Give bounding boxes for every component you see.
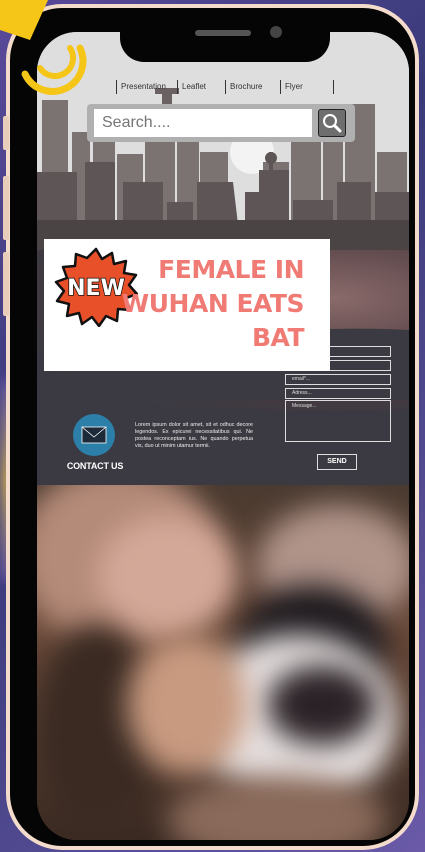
blurred-photo xyxy=(37,485,409,840)
photo-blob xyxy=(267,665,377,745)
nav-item-leaflet[interactable]: Leaflet xyxy=(177,80,206,94)
phone-frame: Presentation Leaflet Brochure Flyer Sear… xyxy=(3,4,419,850)
volume-up-button xyxy=(3,176,9,240)
headline-card: NEW FEMALE IN WUHAN EATS BAT xyxy=(44,239,330,371)
phone-notch xyxy=(120,16,330,62)
contact-us-label: CONTACT US xyxy=(66,461,124,471)
send-button[interactable]: SEND xyxy=(317,454,357,470)
email-field[interactable]: email*... xyxy=(285,374,391,385)
search-bar xyxy=(87,104,355,142)
message-field[interactable]: Message... xyxy=(285,400,391,442)
front-camera xyxy=(270,26,282,38)
headline-line-2: WUHAN EATS xyxy=(121,289,305,318)
nav-divider xyxy=(333,80,334,94)
corner-badge-icon xyxy=(0,0,87,95)
headline-title: FEMALE IN WUHAN EATS BAT xyxy=(104,253,305,355)
nav-item-flyer[interactable]: Flyer xyxy=(280,80,303,94)
photo-blob xyxy=(97,515,237,635)
headline-line-1: FEMALE IN xyxy=(158,255,304,284)
photo-blob xyxy=(127,635,247,775)
phone-screen: Presentation Leaflet Brochure Flyer Sear… xyxy=(37,32,409,840)
volume-down-button xyxy=(3,252,9,316)
nav-item-brochure[interactable]: Brochure xyxy=(225,80,262,94)
nav-item-presentation[interactable]: Presentation xyxy=(116,80,166,94)
search-button[interactable] xyxy=(318,109,346,137)
search-input[interactable] xyxy=(94,109,312,137)
search-icon xyxy=(323,114,342,133)
address-field[interactable]: Adress... xyxy=(285,388,391,399)
envelope-icon xyxy=(81,426,107,444)
earpiece-speaker xyxy=(195,30,251,36)
contact-body-text: Lorem ipsum dolor sit amet, sit et odhuc… xyxy=(135,422,253,449)
mute-switch xyxy=(3,116,9,150)
contact-icon-circle xyxy=(73,414,115,456)
headline-line-3: BAT xyxy=(251,323,305,352)
phone-bezel: Presentation Leaflet Brochure Flyer Sear… xyxy=(10,8,415,846)
